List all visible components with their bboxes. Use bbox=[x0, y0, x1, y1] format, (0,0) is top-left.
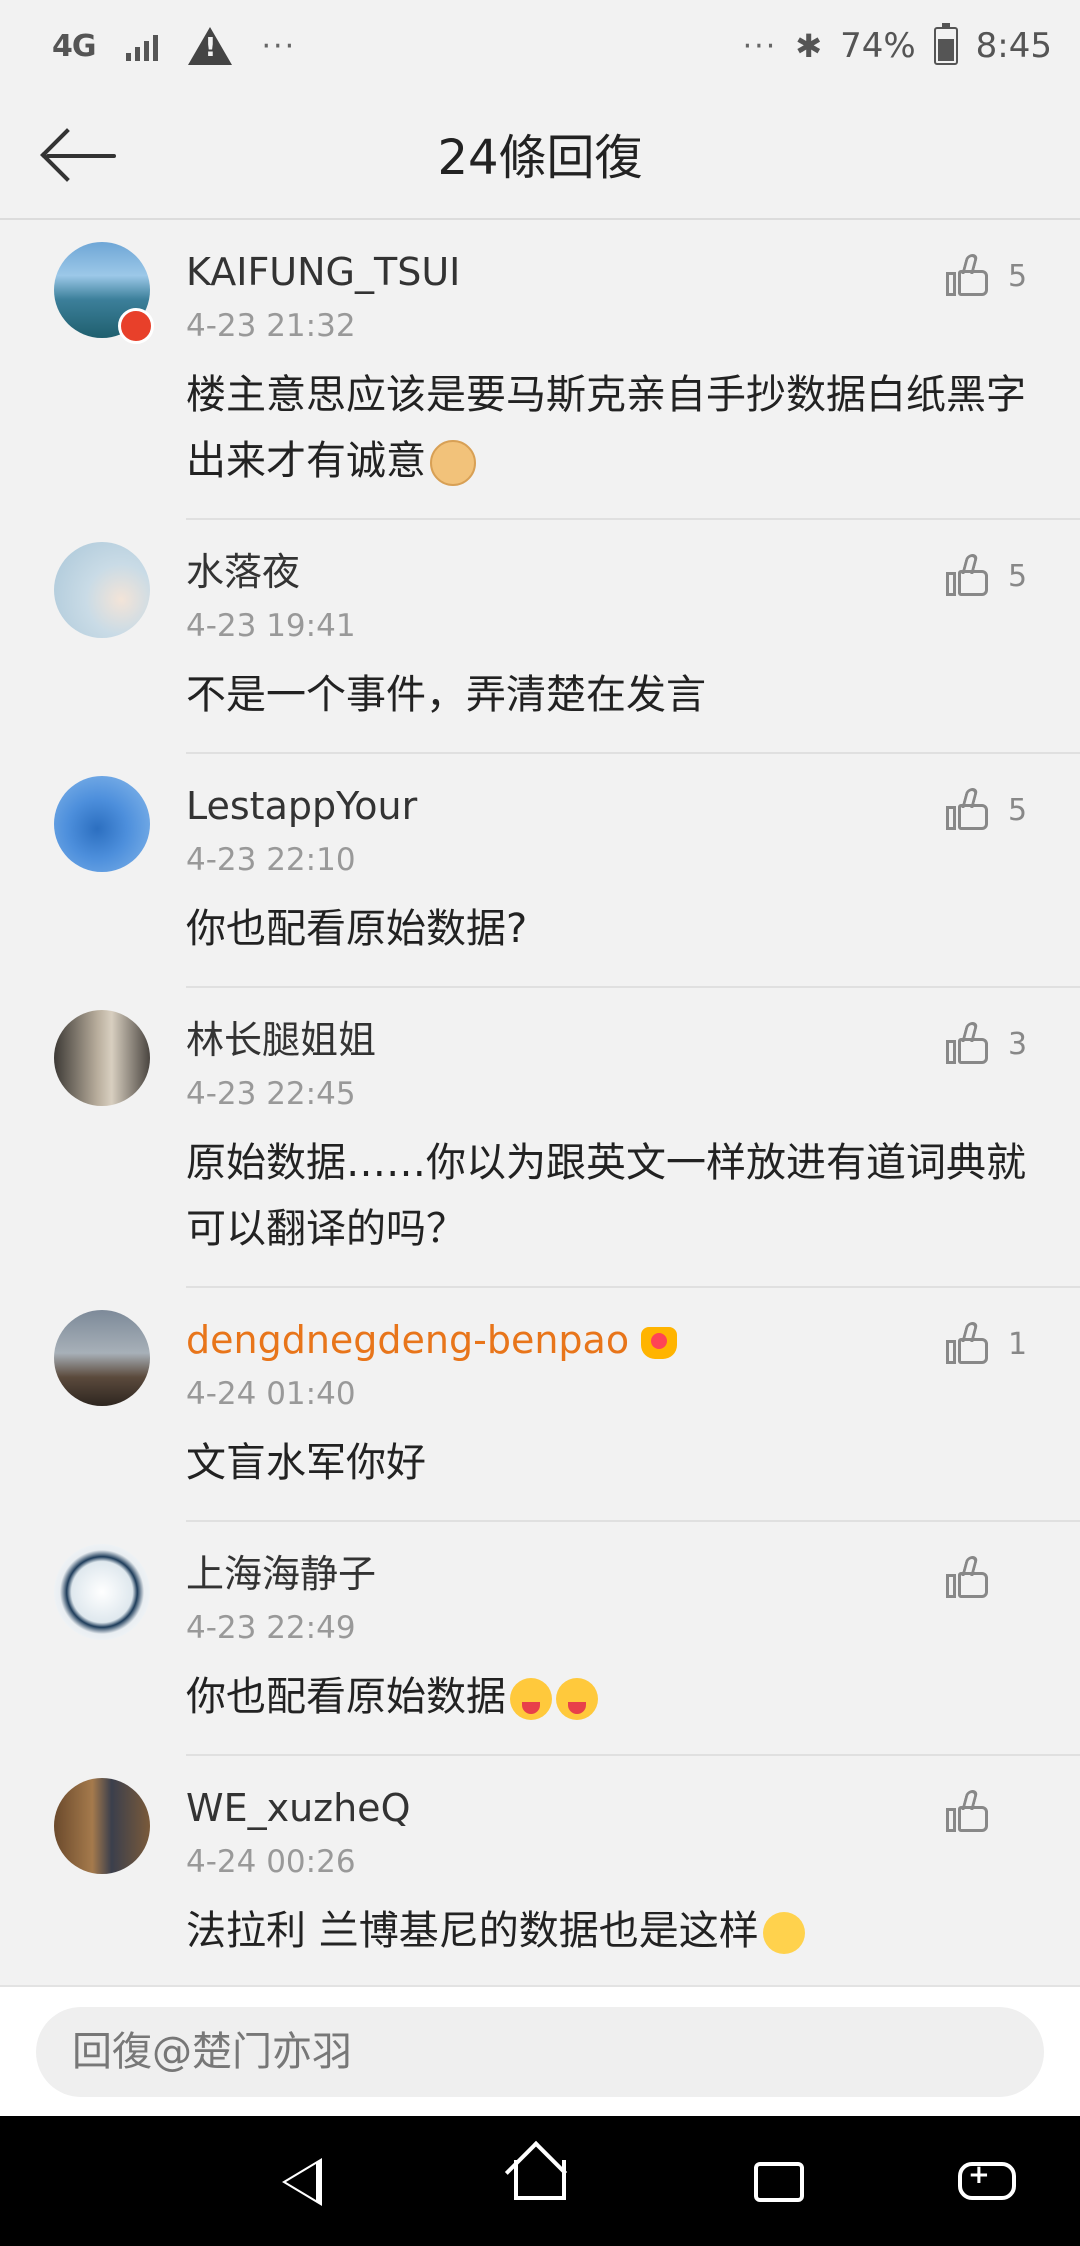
thumbs-up-icon bbox=[946, 254, 990, 298]
comment-time: 4-23 22:10 bbox=[186, 842, 356, 878]
comment-item: WE_xuzheQ 4-24 00:26 法拉利 兰博基尼的数据也是这样 bbox=[0, 1756, 1080, 1985]
like-count: 3 bbox=[1008, 1026, 1028, 1062]
comment-time: 4-24 01:40 bbox=[186, 1376, 356, 1412]
like-button[interactable]: 1 bbox=[946, 1322, 1030, 1366]
commenter-name[interactable]: WE_xuzheQ bbox=[186, 1784, 1030, 1832]
avatar[interactable] bbox=[54, 1544, 150, 1640]
commenter-name[interactable]: 林长腿姐姐 bbox=[186, 1016, 1030, 1064]
comment-text: 法拉利 兰博基尼的数据也是这样 bbox=[186, 1898, 1030, 1964]
avatar[interactable] bbox=[54, 1310, 150, 1406]
battery-icon bbox=[933, 23, 958, 65]
status-bar: 4G ··· ··· ✱ 74% 8:45 bbox=[0, 0, 1080, 90]
like-count: 5 bbox=[1008, 258, 1028, 294]
signal-strength-icon bbox=[125, 31, 158, 61]
thumbs-up-icon bbox=[946, 554, 990, 598]
like-button[interactable]: 5 bbox=[946, 788, 1030, 832]
nav-back-icon[interactable] bbox=[276, 2154, 336, 2210]
nav-recents-icon[interactable] bbox=[750, 2154, 810, 2210]
vip-crown-icon bbox=[641, 1326, 678, 1359]
commenter-name[interactable]: 上海海静子 bbox=[186, 1550, 1030, 1598]
comment-time: 4-23 22:49 bbox=[186, 1610, 356, 1646]
comment-item: 林长腿姐姐 4-23 22:45 原始数据……你以为跟英文一样放进有道词典就可以… bbox=[0, 988, 1080, 1288]
avatar[interactable] bbox=[54, 776, 150, 872]
comment-text: 你也配看原始数据 bbox=[186, 1664, 1030, 1730]
commenter-name[interactable]: KAIFUNG_TSUI bbox=[186, 248, 1030, 296]
comment-time: 4-23 21:32 bbox=[186, 308, 356, 344]
thumbs-up-icon bbox=[946, 1022, 990, 1066]
comment-time: 4-24 00:26 bbox=[186, 1844, 356, 1880]
smile-emoji-icon bbox=[762, 1912, 805, 1954]
comment-item: KAIFUNG_TSUI 4-23 21:32 楼主意思应该是要马斯克亲自手抄数… bbox=[0, 220, 1080, 520]
comment-text: 文盲水军你好 bbox=[186, 1440, 426, 1486]
comment-list[interactable]: KAIFUNG_TSUI 4-23 21:32 楼主意思应该是要马斯克亲自手抄数… bbox=[0, 220, 1080, 1985]
reply-input[interactable]: 回復@楚门亦羽 bbox=[36, 2007, 1044, 2097]
commenter-name[interactable]: dengdnegdeng-benpao bbox=[186, 1316, 1030, 1364]
doge-emoji-icon bbox=[430, 440, 476, 486]
thumbs-up-icon bbox=[946, 1790, 990, 1834]
more-status-icon: ··· bbox=[742, 28, 778, 64]
like-button[interactable] bbox=[946, 1556, 1030, 1600]
comment-item: 上海海静子 4-23 22:49 你也配看原始数据 bbox=[0, 1522, 1080, 1756]
tongue-emoji-icon bbox=[556, 1678, 598, 1720]
thumbs-up-icon bbox=[946, 1322, 990, 1366]
like-button[interactable] bbox=[946, 1790, 1030, 1834]
nav-game-icon[interactable] bbox=[958, 2154, 1018, 2210]
commenter-name[interactable]: 水落夜 bbox=[186, 548, 1030, 596]
like-count: 5 bbox=[1008, 792, 1028, 828]
like-button[interactable]: 5 bbox=[946, 254, 1030, 298]
comment-item: LestappYour 4-23 22:10 你也配看原始数据? 5 bbox=[0, 754, 1080, 988]
nav-home-icon[interactable] bbox=[504, 2140, 570, 2210]
bluetooth-icon: ✱ bbox=[795, 27, 823, 65]
verified-badge-icon bbox=[118, 308, 154, 344]
header-bar: 24條回復 bbox=[0, 90, 1080, 220]
comment-item: 水落夜 4-23 19:41 不是一个事件，弄清楚在发言 5 bbox=[0, 520, 1080, 754]
like-button[interactable]: 3 bbox=[946, 1022, 1030, 1066]
reply-bar: 回復@楚门亦羽 bbox=[0, 1985, 1080, 2118]
network-type-indicator: 4G bbox=[52, 28, 96, 64]
thumbs-up-icon bbox=[946, 1556, 990, 1600]
system-nav-bar bbox=[0, 2116, 1080, 2246]
like-count: 1 bbox=[1008, 1326, 1028, 1362]
commenter-name[interactable]: LestappYour bbox=[186, 782, 1030, 830]
battery-level: 74% bbox=[840, 26, 916, 66]
comment-time: 4-23 22:45 bbox=[186, 1076, 356, 1112]
like-button[interactable]: 5 bbox=[946, 554, 1030, 598]
avatar[interactable] bbox=[54, 1010, 150, 1106]
like-count: 5 bbox=[1008, 558, 1028, 594]
page-title: 24條回復 bbox=[437, 130, 643, 186]
avatar[interactable] bbox=[54, 1778, 150, 1874]
comment-text: 楼主意思应该是要马斯克亲自手抄数据白纸黑字出来才有诚意 bbox=[186, 372, 1026, 486]
comment-time: 4-23 19:41 bbox=[186, 608, 356, 644]
clock: 8:45 bbox=[975, 26, 1052, 66]
comment-text: 原始数据……你以为跟英文一样放进有道词典就可以翻译的吗？ bbox=[186, 1140, 1026, 1252]
comment-item: dengdnegdeng-benpao 4-24 01:40 文盲水军你好 1 bbox=[0, 1288, 1080, 1522]
avatar[interactable] bbox=[54, 542, 150, 638]
thumbs-up-icon bbox=[946, 788, 990, 832]
comment-text: 不是一个事件，弄清楚在发言 bbox=[186, 672, 706, 718]
tongue-emoji-icon bbox=[510, 1678, 552, 1720]
warning-icon bbox=[187, 27, 232, 65]
more-notifications-icon: ··· bbox=[261, 28, 297, 64]
comment-text: 你也配看原始数据? bbox=[186, 906, 528, 952]
